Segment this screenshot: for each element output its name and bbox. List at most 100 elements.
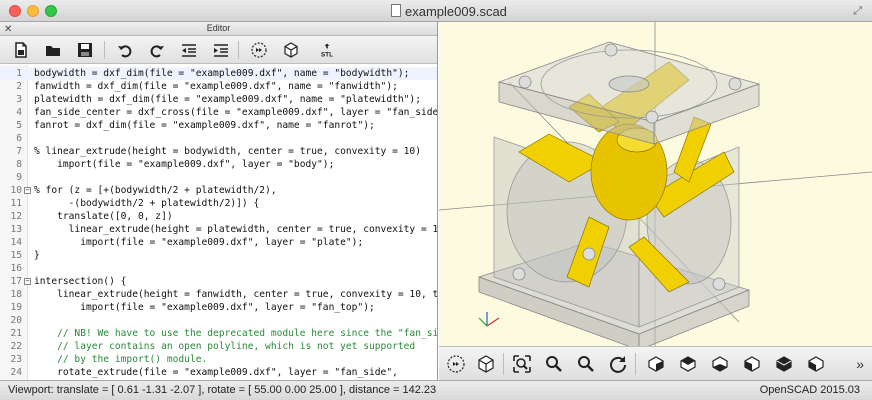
line-number: 23 [10, 354, 22, 365]
3d-viewport[interactable] [439, 22, 872, 346]
line-number: 21 [10, 328, 22, 339]
code-text: import(file = "example009.dxf", layer = … [34, 237, 364, 248]
close-window-button[interactable] [9, 5, 21, 17]
editor-dock-header: ✕ Editor [0, 22, 437, 36]
reset-view-icon[interactable] [607, 353, 629, 375]
undo-icon[interactable] [114, 40, 136, 60]
code-text: fanrot = dxf_dim(file = "example009.dxf"… [34, 120, 375, 131]
line-number: 6 [16, 133, 22, 144]
fold-toggle-icon[interactable]: − [24, 187, 31, 194]
code-text: fanwidth = dxf_dim(file = "example009.dx… [34, 81, 398, 92]
line-number: 18 [10, 289, 22, 300]
unindent-icon[interactable] [178, 40, 200, 60]
fold-toggle-icon[interactable]: − [24, 278, 31, 285]
zoom-window-button[interactable] [45, 5, 57, 17]
code-text: rotate_extrude(file = "example009.dxf", … [34, 367, 398, 378]
line-number: 4 [16, 107, 22, 118]
code-text: import(file = "example009.dxf", layer = … [34, 159, 335, 170]
line-number: 7 [16, 146, 22, 157]
code-line[interactable]: 2 fanwidth = dxf_dim(file = "example009.d… [0, 80, 437, 93]
document-icon [391, 4, 401, 17]
code-text: // by the import() module. [34, 354, 208, 365]
view-front-icon[interactable] [773, 353, 795, 375]
code-text: % for (z = [+(bodywidth/2 + platewidth/2… [34, 185, 277, 196]
code-text: % linear_extrude(height = bodywidth, cen… [34, 146, 421, 157]
code-line[interactable]: 22 // layer contains an open polyline, w… [0, 340, 437, 353]
code-text: intersection() { [34, 276, 127, 287]
redo-icon[interactable] [146, 40, 168, 60]
code-text: } [34, 250, 40, 261]
code-line[interactable]: 6 [0, 132, 437, 145]
code-line[interactable]: 3 platewidth = dxf_dim(file = "example009… [0, 93, 437, 106]
line-number: 20 [10, 315, 22, 326]
minimize-window-button[interactable] [27, 5, 39, 17]
code-text: translate([0, 0, z]) [34, 211, 173, 222]
line-number: 12 [10, 211, 22, 222]
line-number: 10 [10, 185, 22, 196]
line-number: 16 [10, 263, 22, 274]
line-number: 15 [10, 250, 22, 261]
save-icon[interactable] [74, 40, 96, 60]
code-line[interactable]: 11 -(bodywidth/2 + platewidth/2)]) { [0, 197, 437, 210]
code-line[interactable]: 21 // NB! We have to use the deprecated … [0, 327, 437, 340]
code-line[interactable]: 4 fan_side_center = dxf_cross(file = "exa… [0, 106, 437, 119]
code-line[interactable]: 12 translate([0, 0, z]) [0, 210, 437, 223]
code-text: // NB! We have to use the deprecated mod… [34, 328, 437, 339]
svg-text:STL: STL [321, 52, 333, 59]
code-line[interactable]: 16 [0, 262, 437, 275]
indent-icon[interactable] [210, 40, 232, 60]
new-file-icon[interactable] [10, 40, 32, 60]
more-icon[interactable]: » [856, 356, 864, 372]
code-line[interactable]: 24 rotate_extrude(file = "example009.dxf… [0, 366, 437, 379]
zoom-in-icon[interactable] [543, 353, 565, 375]
code-line[interactable]: 20 [0, 314, 437, 327]
line-number: 5 [16, 120, 22, 131]
code-line[interactable]: 7 % linear_extrude(height = bodywidth, ce… [0, 145, 437, 158]
view-top-icon[interactable] [677, 353, 699, 375]
view-right-icon[interactable] [645, 353, 667, 375]
zoom-out-icon[interactable] [575, 353, 597, 375]
line-number: 24 [10, 367, 22, 378]
code-line[interactable]: 14 import(file = "example009.dxf", layer… [0, 236, 437, 249]
code-line[interactable]: 10−% for (z = [+(bodywidth/2 + platewidt… [0, 184, 437, 197]
zoom-all-icon[interactable] [511, 353, 533, 375]
preview-icon[interactable] [248, 40, 270, 60]
status-bar: Viewport: translate = [ 0.61 -1.31 -2.07… [0, 380, 872, 400]
axis-gizmo [478, 312, 500, 327]
code-line[interactable]: 19 import(file = "example009.dxf", layer… [0, 301, 437, 314]
open-folder-icon[interactable] [42, 40, 64, 60]
code-line[interactable]: 5 fanrot = dxf_dim(file = "example009.dxf… [0, 119, 437, 132]
line-number: 14 [10, 237, 22, 248]
code-line[interactable]: 18 linear_extrude(height = fanwidth, cen… [0, 288, 437, 301]
line-number: 17 [10, 276, 22, 287]
code-line[interactable]: 1 bodywidth = dxf_dim(file = "example009.… [0, 67, 437, 80]
code-text: linear_extrude(height = platewidth, cent… [34, 224, 437, 235]
editor-toolbar: STL [0, 36, 437, 64]
line-number: 13 [10, 224, 22, 235]
view-left-icon[interactable] [741, 353, 763, 375]
code-editor[interactable]: 1 bodywidth = dxf_dim(file = "example009.… [0, 65, 437, 380]
line-number: 1 [16, 68, 22, 79]
fullscreen-icon[interactable]: ⤢ [853, 5, 862, 18]
window-title: example009.scad [405, 4, 507, 19]
code-line[interactable]: 17− intersection() { [0, 275, 437, 288]
line-number: 8 [16, 159, 22, 170]
view-back-icon[interactable] [805, 353, 827, 375]
render-icon[interactable] [475, 353, 497, 375]
close-icon[interactable]: ✕ [4, 23, 12, 36]
view-bottom-icon[interactable] [709, 353, 731, 375]
code-line[interactable]: 15} [0, 249, 437, 262]
code-text: -(bodywidth/2 + platewidth/2)]) { [34, 198, 260, 209]
code-line[interactable]: 13 linear_extrude(height = platewidth, c… [0, 223, 437, 236]
code-text: fan_side_center = dxf_cross(file = "exam… [34, 107, 437, 118]
code-line[interactable]: 9 [0, 171, 437, 184]
code-line[interactable]: 8 import(file = "example009.dxf", layer … [0, 158, 437, 171]
code-line[interactable]: 23 // by the import() module. [0, 353, 437, 366]
line-number: 2 [16, 81, 22, 92]
line-number: 22 [10, 341, 22, 352]
export-stl-icon[interactable]: STL [316, 40, 338, 60]
viewport-status: Viewport: translate = [ 0.61 -1.31 -2.07… [8, 384, 437, 396]
window-titlebar: example009.scad ⤢ [0, 0, 872, 22]
preview-icon[interactable] [445, 353, 467, 375]
render-icon[interactable] [280, 40, 302, 60]
